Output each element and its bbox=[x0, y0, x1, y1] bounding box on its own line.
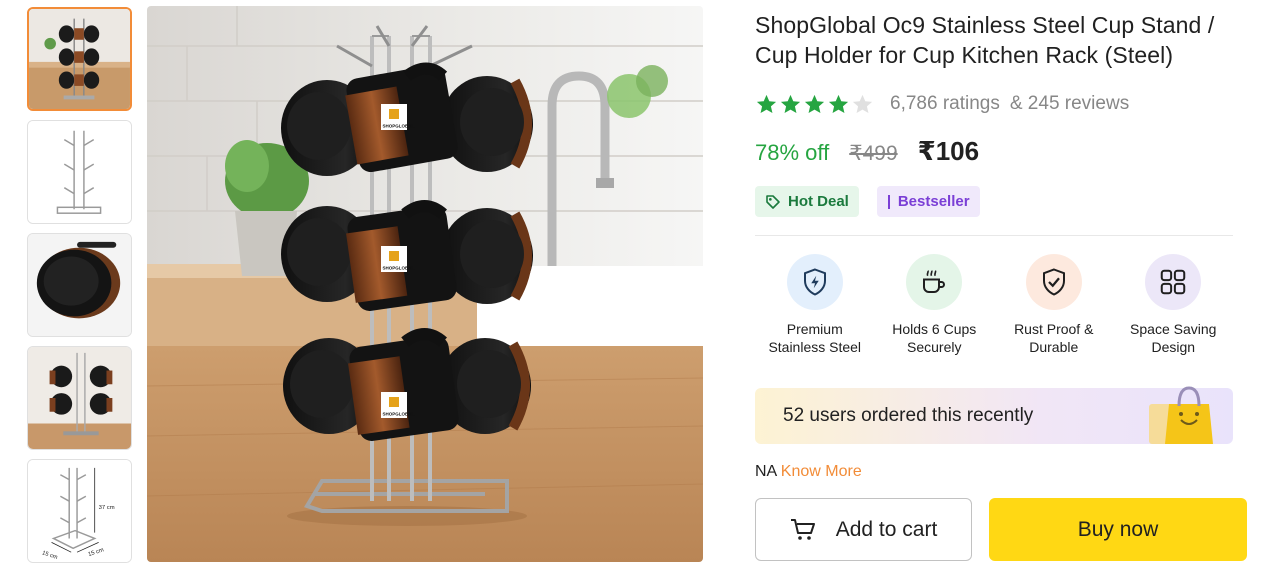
cup-rack-product-photo: SHOPGLOBAL SHOPGLOBAL SHOPGLOBAL bbox=[147, 6, 703, 562]
shield-check-icon bbox=[1025, 254, 1082, 310]
star-empty-icon bbox=[852, 94, 873, 113]
feature-label-line2: Stainless Steel bbox=[768, 339, 862, 355]
cup-brand-label-middle: SHOPGLOBAL bbox=[383, 266, 415, 271]
feature-premium-steel: Premium Stainless Steel bbox=[755, 254, 875, 356]
grid-icon bbox=[1145, 254, 1202, 310]
star-filled-icon bbox=[828, 94, 849, 113]
cart-icon bbox=[790, 518, 816, 542]
know-more-link[interactable]: Know More bbox=[781, 463, 862, 480]
cup-brand-label-top: SHOPGLOBAL bbox=[383, 124, 415, 129]
star-rating[interactable] bbox=[755, 93, 874, 116]
bestseller-label: Bestseller bbox=[897, 193, 970, 210]
cup-icon bbox=[906, 254, 963, 310]
feature-label-line1: Holds 6 Cups bbox=[892, 321, 977, 337]
thumbnail-2[interactable] bbox=[27, 120, 132, 224]
feature-label-line1: Space Saving bbox=[1130, 321, 1217, 337]
product-title: ShopGlobal Oc9 Stainless Steel Cup Stand… bbox=[755, 12, 1215, 68]
cup-rack-with-cups-image bbox=[29, 9, 130, 109]
thumbnail-5[interactable]: 37 cm 15 cm 15 cm bbox=[27, 459, 132, 563]
na-row: NA Know More bbox=[755, 463, 1235, 481]
star-filled-icon bbox=[756, 94, 777, 113]
na-text: NA bbox=[755, 463, 777, 480]
add-to-cart-label: Add to cart bbox=[835, 517, 938, 541]
selling-price: ₹106 bbox=[917, 136, 980, 166]
feature-label-line2: Design bbox=[1151, 339, 1196, 355]
feature-label-line1: Rust Proof & bbox=[1014, 321, 1094, 337]
star-filled-icon bbox=[780, 94, 801, 113]
thumbnail-1[interactable] bbox=[27, 7, 132, 111]
thumbnail-4[interactable] bbox=[27, 346, 132, 450]
single-cup-image bbox=[28, 234, 131, 336]
thumbnail-3[interactable] bbox=[27, 233, 132, 337]
empty-rack-image bbox=[28, 121, 131, 223]
star-filled-icon bbox=[804, 94, 825, 113]
shield-bolt-icon bbox=[786, 254, 843, 310]
feature-label-line1: Premium bbox=[786, 321, 843, 337]
main-product-image[interactable]: SHOPGLOBAL SHOPGLOBAL SHOPGLOBAL bbox=[147, 6, 703, 562]
rack-with-cups-side-image bbox=[28, 347, 131, 449]
badge-row: Hot Deal Bestseller bbox=[755, 186, 1235, 217]
cup-brand-label-bottom: SHOPGLOBAL bbox=[383, 412, 415, 417]
ratings-count[interactable]: 6,786 ratings bbox=[890, 93, 1000, 115]
feature-holds-cups: Holds 6 Cups Securely bbox=[875, 254, 995, 356]
feature-rust-proof: Rust Proof & Durable bbox=[994, 254, 1114, 356]
dimension-height-label: 37 cm bbox=[99, 505, 115, 511]
hot-deal-badge: Hot Deal bbox=[755, 186, 859, 217]
hot-deal-label: Hot Deal bbox=[788, 193, 849, 210]
thumbnail-gallery: 37 cm 15 cm 15 cm bbox=[27, 7, 132, 572]
bestseller-badge: Bestseller bbox=[876, 186, 980, 217]
action-buttons: Add to cart Buy now bbox=[755, 498, 1247, 561]
tag-icon bbox=[765, 194, 781, 210]
discount-percent: 78% off bbox=[755, 140, 830, 165]
add-to-cart-button[interactable]: Add to cart bbox=[755, 498, 972, 561]
product-info-panel: ShopGlobal Oc9 Stainless Steel Cup Stand… bbox=[755, 10, 1235, 481]
reviews-count[interactable]: & 245 reviews bbox=[1010, 93, 1129, 115]
feature-label-line2: Durable bbox=[1029, 339, 1079, 355]
rating-row: 6,786 ratings & 245 reviews bbox=[755, 92, 1235, 116]
bar-icon bbox=[887, 194, 891, 210]
divider bbox=[755, 235, 1233, 236]
rack-dimensions-image: 37 cm 15 cm 15 cm bbox=[28, 460, 131, 562]
recent-orders-banner: 52 users ordered this recently bbox=[755, 386, 1233, 444]
recent-orders-text: 52 users ordered this recently bbox=[783, 405, 1034, 426]
feature-label-line2: Securely bbox=[907, 339, 962, 355]
shopping-bag-icon bbox=[1149, 386, 1213, 444]
feature-space-saving: Space Saving Design bbox=[1114, 254, 1234, 356]
price-row: 78% off ₹499 ₹106 bbox=[755, 136, 1235, 168]
buy-now-button[interactable]: Buy now bbox=[989, 498, 1247, 561]
feature-highlights: Premium Stainless Steel Holds 6 Cups Sec… bbox=[755, 254, 1233, 356]
original-price: ₹499 bbox=[849, 142, 898, 165]
